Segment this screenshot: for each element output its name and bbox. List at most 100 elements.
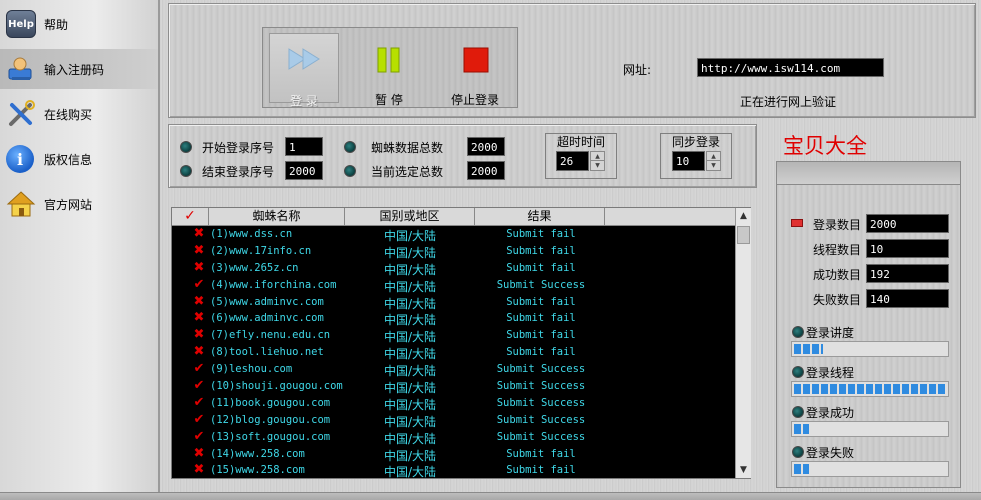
start-seq-label: 开始登录序号 (202, 141, 275, 155)
cell-spider-name: (10)shouji.gougou.com (210, 380, 343, 393)
progress-bar (791, 341, 949, 357)
sidebar-item-label: 帮助 (44, 18, 69, 32)
progress-label: 登录讲度 (806, 326, 855, 340)
table-row[interactable]: ✖ (3)www.265z.cn 中国/大陆 Submit fail (172, 260, 735, 277)
table-row[interactable]: ✔ (11)book.gougou.com 中国/大陆 Submit Success (172, 395, 735, 412)
thread-bullet-icon (792, 366, 804, 378)
header-result[interactable]: 结果 (475, 208, 605, 226)
chevron-up-icon[interactable]: ▲ (591, 152, 604, 161)
cell-result: Submit fail (506, 228, 576, 240)
table-row[interactable]: ✔ (9)leshou.com 中国/大陆 Submit Success (172, 361, 735, 379)
table-row[interactable]: ✔ (10)shouji.gougou.com 中国/大陆 Submit Succes… (172, 378, 735, 396)
cell-region: 中国/大陆 (384, 448, 437, 463)
chevron-up-icon[interactable]: ▲ (707, 152, 720, 161)
table-row[interactable]: ✖ (6)www.adminvc.com 中国/大陆 Submit fail (172, 310, 735, 328)
check-icon: ✔ (193, 378, 205, 394)
thread-bar (791, 381, 949, 397)
status-strip (0, 492, 981, 500)
stop-icon (463, 47, 489, 73)
spider-total-radio[interactable] (344, 141, 356, 153)
user-login-icon (6, 55, 36, 83)
cell-result: Submit fail (506, 244, 576, 257)
sidebar-item-label: 版权信息 (44, 153, 93, 167)
cross-icon: ✖ (193, 226, 205, 241)
progress-bar-fill (794, 344, 823, 354)
vertical-scrollbar[interactable]: ▲ ▼ (735, 208, 751, 478)
sync-title: 同步登录 (671, 135, 720, 149)
table-row[interactable]: ✔ (13)soft.gougou.com 中国/大陆 Submit Success (172, 429, 735, 446)
cell-result: Submit fail (506, 295, 576, 308)
login-count-value: 2000 (866, 214, 949, 233)
selected-total-radio[interactable] (344, 165, 356, 177)
thread-label: 登录线程 (806, 366, 855, 380)
table-row[interactable]: ✖ (8)tool.liehuo.net 中国/大陆 Submit fail (172, 344, 735, 362)
stop-button[interactable]: 停止登录 (435, 33, 515, 107)
sidebar-item-buy[interactable]: 在线购买 (0, 94, 158, 134)
cell-spider-name: (1)www.dss.cn (210, 228, 293, 240)
progress-bullet-icon (792, 326, 804, 338)
table-row[interactable]: ✔ (12)blog.gougou.com 中国/大陆 Submit Success (172, 412, 735, 429)
cell-region: 中国/大陆 (384, 313, 437, 328)
header-region[interactable]: 国别或地区 (345, 208, 475, 226)
fast-forward-icon (288, 48, 320, 70)
sync-stepper[interactable]: ▲ ▼ (706, 151, 721, 171)
chevron-down-icon[interactable]: ▼ (707, 161, 720, 170)
sidebar-item-website[interactable]: 官方网站 (0, 184, 158, 224)
sidebar-item-copyright[interactable]: i 版权信息 (0, 139, 158, 179)
end-seq-input[interactable]: 2000 (285, 161, 323, 180)
table-row[interactable]: ✖ (15)www.258.com 中国/大陆 Submit fail (172, 462, 735, 480)
table-row[interactable]: ✖ (14)www.258.com 中国/大陆 Submit fail (172, 446, 735, 463)
check-icon: ✔ (193, 428, 205, 444)
cell-region: 中国/大陆 (384, 397, 437, 412)
sidebar-item-help[interactable]: Help 帮助 (0, 4, 158, 44)
stat-indicator-icon (791, 219, 803, 227)
chevron-down-icon[interactable]: ▼ (591, 161, 604, 170)
end-seq-label: 结束登录序号 (202, 165, 275, 179)
end-seq-radio[interactable] (180, 165, 192, 177)
timeout-stepper[interactable]: ▲ ▼ (590, 151, 605, 171)
cross-icon: ✖ (193, 310, 205, 326)
header-check[interactable]: ✓ (172, 208, 209, 226)
start-seq-radio[interactable] (180, 141, 192, 153)
table-row[interactable]: ✖ (1)www.dss.cn 中国/大陆 Submit fail (172, 226, 735, 244)
selected-total-label: 当前选定总数 (371, 165, 444, 179)
home-icon (6, 190, 36, 218)
cell-spider-name: (2)www.17info.cn (210, 244, 312, 257)
cell-region: 中国/大陆 (384, 262, 437, 277)
scroll-up-icon[interactable]: ▲ (736, 208, 751, 224)
cell-spider-name: (12)blog.gougou.com (210, 413, 331, 426)
sync-input[interactable]: 10 (672, 151, 705, 171)
pause-button[interactable]: 暂 停 (349, 33, 429, 107)
help-icon-text: Help (8, 18, 34, 30)
cell-region: 中国/大陆 (384, 431, 437, 446)
check-icon: ✔ (193, 361, 205, 377)
cell-region: 中国/大陆 (384, 229, 437, 243)
timeout-input[interactable]: 26 (556, 151, 589, 171)
cell-region: 中国/大陆 (384, 279, 437, 294)
cell-region: 中国/大陆 (384, 347, 437, 362)
success-bar-fill (794, 424, 810, 434)
fail-bar (791, 461, 949, 477)
cell-spider-name: (13)soft.gougou.com (210, 430, 331, 443)
header-spider-name[interactable]: 蜘蛛名称 (209, 208, 345, 226)
table-row[interactable]: ✖ (2)www.17info.cn 中国/大陆 Submit fail (172, 243, 735, 260)
thread-count-label: 线程数目 (813, 243, 862, 257)
url-field[interactable]: http://www.isw114.com (697, 58, 884, 77)
start-seq-input[interactable]: 1 (285, 137, 323, 156)
cross-icon: ✖ (193, 327, 205, 343)
table-row[interactable]: ✖ (5)www.adminvc.com 中国/大陆 Submit fail (172, 294, 735, 311)
fail-bullet-icon (792, 446, 804, 458)
cell-region: 中国/大陆 (384, 465, 437, 480)
pause-button-label: 暂 停 (375, 93, 403, 107)
cell-result: Submit Success (496, 430, 586, 443)
sidebar-item-register[interactable]: 输入注册码 (0, 49, 158, 89)
scroll-thumb[interactable] (737, 226, 750, 244)
fail-count-value: 140 (866, 289, 949, 308)
scroll-down-icon[interactable]: ▼ (736, 462, 751, 478)
login-count-label: 登录数目 (813, 218, 862, 232)
fail-label: 登录失败 (806, 446, 855, 460)
table-row[interactable]: ✔ (4)www.iforchina.com 中国/大陆 Submit Success (172, 277, 735, 294)
table-row[interactable]: ✖ (7)efly.nenu.edu.cn 中国/大陆 Submit fail (172, 327, 735, 345)
toolbar: 登 录 暂 停 停止登录 (262, 27, 518, 108)
login-button[interactable]: 登 录 (269, 33, 339, 108)
